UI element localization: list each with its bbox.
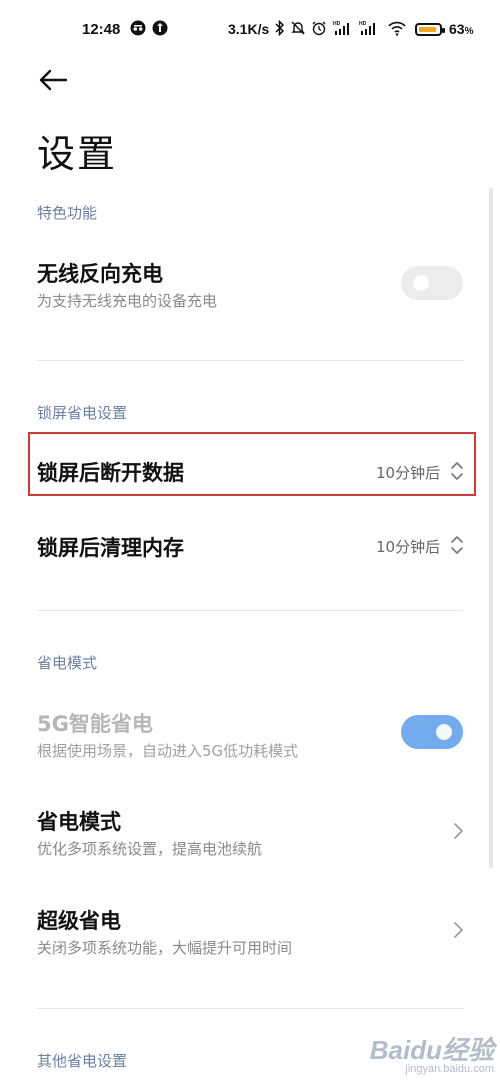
signal-hd-icon: HD xyxy=(359,21,375,35)
up-down-arrow-icon xyxy=(451,536,463,554)
row-value: 10分钟后 xyxy=(376,464,441,482)
divider xyxy=(37,610,463,611)
bluetooth-icon xyxy=(275,20,285,36)
back-arrow-icon[interactable] xyxy=(38,64,70,96)
row-subtitle: 为支持无线充电的设备充电 xyxy=(37,292,218,310)
wifi-icon xyxy=(388,21,406,36)
section-label-power-mode: 省电模式 xyxy=(37,654,98,672)
watermark-main: Baidu经验 xyxy=(369,1035,494,1065)
battery-percent: 63% xyxy=(449,21,474,37)
divider xyxy=(37,360,463,361)
status-time: 12:48 xyxy=(82,21,121,38)
divider xyxy=(37,1008,463,1009)
row-subtitle: 根据使用场景，自动进入5G低功耗模式 xyxy=(37,742,299,760)
alarm-icon xyxy=(312,21,326,36)
watermark-logo: Baidu经验 jingyan.baidu.com xyxy=(370,1030,494,1075)
signal-hd-icon: HD xyxy=(333,21,349,35)
mute-bell-icon xyxy=(291,21,305,35)
row-title: 无线反向充电 xyxy=(37,262,163,286)
section-label-features: 特色功能 xyxy=(37,204,98,222)
row-title: 省电模式 xyxy=(37,810,121,834)
app-notification-icon xyxy=(152,20,168,36)
svg-text:HD: HD xyxy=(359,21,367,27)
chevron-right-icon xyxy=(454,823,463,839)
smart-5g-toggle xyxy=(401,715,463,749)
svg-text:HD: HD xyxy=(333,21,341,27)
battery-icon xyxy=(415,23,445,36)
row-subtitle: 关闭多项系统功能，大幅提升可用时间 xyxy=(37,939,293,957)
row-value: 10分钟后 xyxy=(376,538,441,556)
page-title: 设置 xyxy=(37,132,118,176)
section-label-other: 其他省电设置 xyxy=(37,1052,128,1070)
section-label-lockscreen: 锁屏省电设置 xyxy=(37,404,128,422)
status-bar: 12:48 3.1K/s HD HD 63% xyxy=(0,0,500,60)
network-speed: 3.1K/s xyxy=(228,21,270,37)
row-title: 5G智能省电 xyxy=(37,712,153,736)
chevron-right-icon xyxy=(454,922,463,938)
scrollbar[interactable] xyxy=(489,188,493,868)
incognito-icon xyxy=(130,20,146,36)
row-title: 锁屏后清理内存 xyxy=(37,536,184,560)
row-title: 超级省电 xyxy=(37,909,121,933)
reverse-charge-toggle[interactable] xyxy=(401,266,463,300)
row-title: 锁屏后断开数据 xyxy=(37,461,184,485)
up-down-arrow-icon xyxy=(451,462,463,480)
row-subtitle: 优化多项系统设置，提高电池续航 xyxy=(37,840,263,858)
